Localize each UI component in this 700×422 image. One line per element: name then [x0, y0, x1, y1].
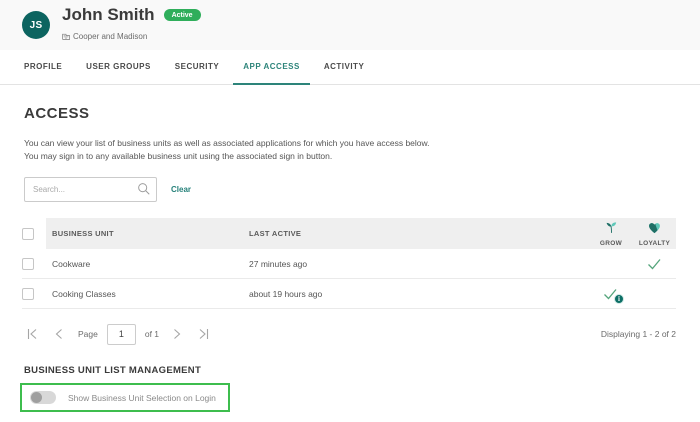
- toggle-label: Show Business Unit Selection on Login: [68, 393, 216, 403]
- tab-user-groups[interactable]: USER GROUPS: [76, 50, 161, 84]
- table-header: BUSINESS UNIT LAST ACTIVE GROW LOYALTY: [22, 218, 676, 249]
- page-number-input[interactable]: [107, 324, 136, 345]
- status-badge: Active: [164, 9, 201, 21]
- info-icon[interactable]: i: [614, 294, 624, 304]
- column-grow-label: GROW: [600, 240, 622, 247]
- grow-access-check-icon: i: [602, 287, 618, 301]
- table-header-band: BUSINESS UNIT LAST ACTIVE GROW LOYALTY: [46, 218, 676, 249]
- description-line-1: You can view your list of business units…: [24, 138, 430, 148]
- main-content: ACCESS You can view your list of busines…: [0, 105, 700, 412]
- last-page-button[interactable]: [195, 326, 211, 342]
- tab-profile[interactable]: PROFILE: [14, 50, 72, 84]
- description-line-2: You may sign in to any available busines…: [24, 151, 332, 161]
- table-row: Cooking Classesabout 19 hours ago i: [22, 279, 676, 309]
- tab-app-access[interactable]: APP ACCESS: [233, 50, 310, 84]
- search-box: [24, 177, 157, 202]
- last-active-cell: 27 minutes ago: [249, 259, 588, 269]
- row-checkbox[interactable]: [22, 288, 34, 300]
- business-unit-cell: Cooking Classes: [46, 289, 249, 299]
- company-name: Cooper and Madison: [73, 32, 147, 41]
- search-row: Clear: [24, 177, 676, 202]
- company-icon: [62, 27, 73, 45]
- toggle-knob: [31, 392, 42, 403]
- select-all-cell: [22, 218, 46, 249]
- column-grow: GROW: [589, 218, 633, 249]
- last-active-cell: about 19 hours ago: [249, 289, 588, 299]
- grow-sprout-icon: [605, 221, 618, 239]
- table-row: Cookware27 minutes ago: [22, 249, 676, 279]
- toggle-highlight-box: Show Business Unit Selection on Login: [20, 383, 230, 412]
- management-section-title: BUSINESS UNIT LIST MANAGEMENT: [24, 365, 676, 376]
- column-loyalty: LOYALTY: [633, 218, 676, 249]
- tabs: PROFILEUSER GROUPSSECURITYAPP ACCESSACTI…: [0, 50, 700, 85]
- user-name: John Smith: [62, 5, 155, 25]
- column-last-active: LAST ACTIVE: [249, 229, 589, 238]
- row-checkbox[interactable]: [22, 258, 34, 270]
- table-body: Cookware27 minutes agoCooking Classesabo…: [22, 249, 676, 309]
- prev-page-button[interactable]: [51, 326, 67, 342]
- access-description: You can view your list of business units…: [24, 137, 676, 163]
- loyalty-access-cell: [632, 257, 676, 271]
- column-loyalty-label: LOYALTY: [639, 240, 670, 247]
- displaying-count: Displaying 1 - 2 of 2: [601, 329, 676, 339]
- pagination: Page of 1 Displaying 1 - 2 of 2: [24, 319, 676, 349]
- row-checkbox-cell: [22, 279, 46, 308]
- profile-header: JS John Smith Active Cooper and Madison: [0, 0, 700, 50]
- show-bu-selection-toggle[interactable]: [30, 391, 56, 404]
- business-units-table: BUSINESS UNIT LAST ACTIVE GROW LOYALTY C…: [22, 218, 676, 309]
- first-page-button[interactable]: [24, 326, 40, 342]
- loyalty-heart-icon: [648, 221, 661, 239]
- page-of-label: of 1: [145, 329, 159, 339]
- avatar: JS: [22, 11, 50, 39]
- page-label: Page: [78, 329, 98, 339]
- clear-button[interactable]: Clear: [171, 185, 191, 194]
- loyalty-access-check-icon: [646, 257, 662, 271]
- page-title: ACCESS: [24, 105, 676, 122]
- next-page-button[interactable]: [168, 326, 184, 342]
- tab-activity[interactable]: ACTIVITY: [314, 50, 374, 84]
- business-unit-cell: Cookware: [46, 259, 249, 269]
- search-icon[interactable]: [137, 182, 151, 201]
- select-all-checkbox[interactable]: [22, 228, 34, 240]
- tab-security[interactable]: SECURITY: [165, 50, 229, 84]
- grow-access-cell: i: [588, 287, 632, 301]
- column-business-unit: BUSINESS UNIT: [46, 229, 249, 238]
- row-checkbox-cell: [22, 249, 46, 278]
